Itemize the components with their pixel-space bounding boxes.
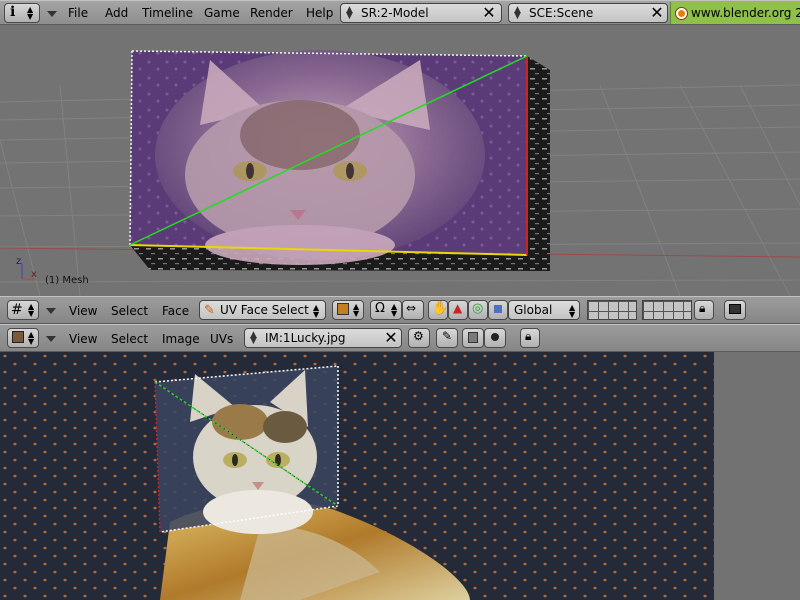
scale-manipulator-button[interactable]	[488, 300, 508, 320]
editor-type-uv-button[interactable]: ▲ ▼	[7, 328, 39, 348]
updown-arrows-icon: ▲ ▼	[28, 330, 35, 346]
updown-arrows-icon: ▲ ▼	[346, 5, 353, 21]
lock-uv-button[interactable]: 🔒︎	[520, 328, 540, 348]
uv-face-select-icon: ✎	[204, 303, 215, 318]
snap-button[interactable]: ⇔	[402, 300, 424, 320]
transform-orientation-selector[interactable]: Global ▲ ▼	[508, 300, 580, 320]
menu-add[interactable]: Add	[105, 6, 128, 20]
3d-viewport[interactable]: z x (1) Mesh	[0, 25, 800, 296]
magnet-icon: Ω	[375, 301, 385, 316]
editor-type-3d-button[interactable]: # ▲ ▼	[7, 300, 39, 320]
translate-manipulator-button[interactable]: ▲	[448, 300, 468, 320]
dot-icon	[491, 333, 499, 341]
blender-logo-icon	[676, 8, 687, 19]
triangle-icon: ▲	[453, 301, 463, 315]
updown-arrows-icon: ▲ ▼	[514, 5, 521, 21]
updown-arrows-icon: ▲ ▼	[313, 303, 320, 319]
lock-layers-button[interactable]: 🔒︎	[694, 300, 714, 320]
uv-image-editor[interactable]	[0, 352, 800, 600]
hand-icon: ✋	[432, 301, 449, 316]
square-icon	[494, 305, 502, 313]
uv-image-icon	[12, 331, 24, 343]
blender-url-link[interactable]: www.blender.org 2	[670, 2, 800, 24]
collapse-menu-arrow-icon[interactable]	[46, 336, 56, 342]
pivot-point-button[interactable]: Ω ▲ ▼	[370, 300, 402, 320]
image-selector[interactable]: ▲ ▼ IM:1Lucky.jpg ✕	[244, 328, 402, 348]
menu-uvs[interactable]: UVs	[210, 332, 233, 346]
grid-icon: #	[11, 302, 23, 318]
menu-select[interactable]: Select	[111, 304, 148, 318]
menu-file[interactable]: File	[68, 6, 88, 20]
unlink-image-icon[interactable]: ✕	[383, 330, 399, 346]
render-icon	[729, 304, 741, 314]
pack-image-button[interactable]: ⚙	[408, 328, 430, 348]
menu-image[interactable]: Image	[162, 332, 200, 346]
axis-x-label: x	[31, 269, 37, 280]
scene-selector[interactable]: ▲ ▼ SCE:Scene ✕	[508, 3, 668, 23]
menu-help[interactable]: Help	[306, 6, 333, 20]
screen-selector[interactable]: ▲ ▼ SR:2-Model ✕	[340, 3, 502, 23]
url-text: www.blender.org 2	[691, 6, 800, 20]
scene-name: SCE:Scene	[529, 6, 594, 20]
layer-buttons-left[interactable]	[587, 300, 637, 320]
info-icon: i	[10, 4, 16, 20]
uv-editor-header: ▲ ▼ View Select Image UVs ▲ ▼ IM:1Lucky.jp…	[0, 324, 800, 352]
paint-button[interactable]: ✎	[436, 328, 458, 348]
3d-view-header: # ▲ ▼ View Select Face ✎ UV Face Select ▲…	[0, 296, 800, 324]
menu-select[interactable]: Select	[111, 332, 148, 346]
image-name: IM:1Lucky.jpg	[265, 331, 346, 345]
collapse-menu-arrow-icon[interactable]	[47, 11, 57, 17]
brush-icon: ✎	[442, 329, 453, 343]
updown-arrows-icon: ▲ ▼	[391, 302, 398, 318]
texture-face-button[interactable]	[462, 328, 484, 348]
delete-scene-icon[interactable]: ✕	[649, 5, 665, 21]
uv-empty-area	[714, 352, 800, 600]
updown-arrows-icon: ▲ ▼	[250, 330, 257, 346]
updown-arrows-icon: ▲ ▼	[353, 302, 360, 318]
solid-cube-icon	[337, 303, 349, 315]
layer-buttons-right[interactable]	[642, 300, 692, 320]
updown-arrows-icon: ▲ ▼	[569, 303, 576, 319]
updown-arrows-icon: ▲ ▼	[27, 5, 34, 21]
circle-icon: ◎	[472, 301, 484, 316]
delete-screen-icon[interactable]: ✕	[481, 5, 497, 21]
updown-arrows-icon: ▲ ▼	[28, 302, 35, 318]
lock-icon: 🔒︎	[699, 301, 706, 315]
sticky-select-button[interactable]	[484, 328, 506, 348]
menu-render[interactable]: Render	[250, 6, 293, 20]
menu-timeline[interactable]: Timeline	[142, 6, 193, 20]
render-preview-button[interactable]	[724, 300, 746, 320]
axis-z-label: z	[16, 256, 22, 267]
mesh-side-face	[527, 56, 550, 271]
mode-selector[interactable]: ✎ UV Face Select ▲ ▼	[199, 300, 326, 320]
mode-label: UV Face Select	[220, 303, 309, 317]
menu-view[interactable]: View	[69, 332, 97, 346]
rotate-manipulator-button[interactable]: ◎	[468, 300, 488, 320]
pack-icon: ⚙	[413, 329, 424, 343]
texture-icon	[468, 332, 478, 343]
viewport-canvas	[0, 50, 800, 296]
menu-view[interactable]: View	[69, 304, 97, 318]
collapse-menu-arrow-icon[interactable]	[46, 308, 56, 314]
menu-game[interactable]: Game	[204, 6, 240, 20]
menu-face[interactable]: Face	[162, 304, 189, 318]
orientation-label: Global	[514, 303, 553, 317]
uv-canvas	[0, 352, 800, 600]
screen-name: SR:2-Model	[361, 6, 429, 20]
window-type-info-button[interactable]: i ▲ ▼	[4, 3, 40, 23]
top-menu-bar: i ▲ ▼ File Add Timeline Game Render Help …	[0, 0, 800, 25]
snap-icon: ⇔	[406, 301, 417, 315]
draw-type-button[interactable]: ▲ ▼	[332, 300, 364, 320]
object-info-label: (1) Mesh	[45, 275, 89, 286]
lock-icon: 🔒︎	[525, 329, 532, 343]
manipulator-toggle-button[interactable]: ✋	[428, 300, 448, 320]
